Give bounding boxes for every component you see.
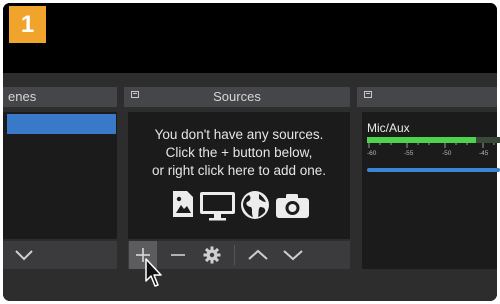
scenes-dock-title: enes (8, 89, 37, 104)
image-icon (173, 191, 193, 217)
mouse-pointer-icon (145, 258, 162, 287)
volume-slider[interactable] (367, 168, 500, 172)
chevron-down-icon[interactable] (282, 248, 304, 262)
step-number-badge: 1 (9, 6, 46, 43)
scene-list-item-selected[interactable] (7, 114, 116, 134)
mixer-panel (362, 112, 497, 269)
meter-tick-label: -55 (404, 150, 414, 157)
chevron-up-icon[interactable] (247, 248, 269, 262)
camera-icon (276, 194, 309, 218)
globe-icon (241, 191, 269, 219)
dock-float-icon[interactable] (364, 91, 372, 98)
toolbar-separator (234, 245, 235, 265)
preview-area (3, 3, 497, 73)
mic-aux-label: Mic/Aux (367, 121, 410, 135)
minus-icon[interactable] (170, 247, 186, 263)
no-sources-line: or right click here to add one. (151, 163, 327, 178)
no-sources-line: You don't have any sources. (154, 127, 324, 142)
gear-icon[interactable] (203, 246, 221, 264)
no-sources-line: Click the + button below, (165, 145, 313, 160)
chevron-down-icon[interactable] (14, 248, 34, 262)
meter-tick-label: -50 (442, 150, 452, 157)
meter-tick-label: -45 (479, 150, 489, 157)
monitor-icon (200, 192, 235, 221)
scenes-dock-header: enes (3, 87, 117, 107)
sources-dock-title: Sources (213, 89, 261, 104)
sources-dock-header: Sources (124, 87, 350, 107)
mixer-dock-header (357, 87, 497, 107)
no-sources-message: You don't have any sources. Click the + … (128, 126, 350, 180)
meter-tick-label: -60 (367, 150, 377, 157)
meter-tick-marks (368, 143, 495, 148)
